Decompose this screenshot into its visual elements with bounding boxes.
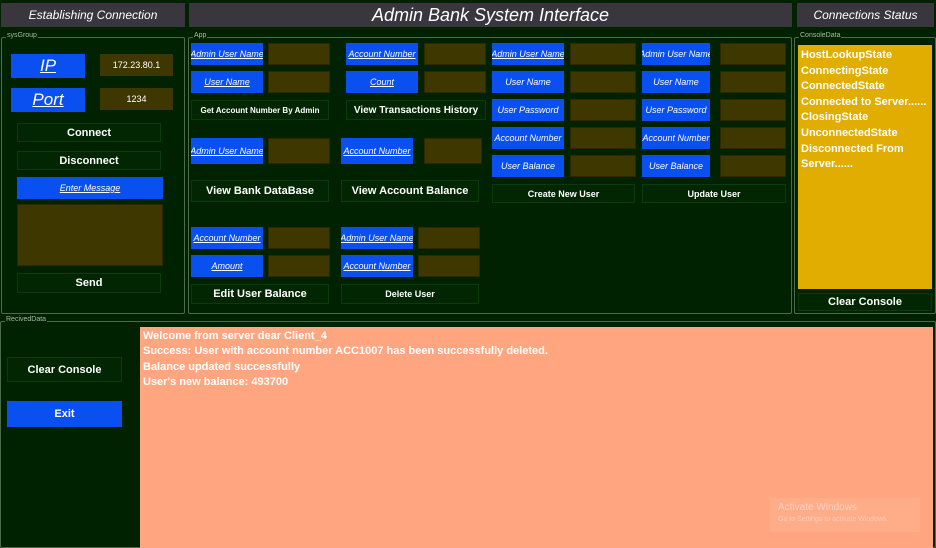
clear-console-received-button[interactable]: Clear Console (7, 357, 122, 382)
transactions-account-number-label: Account Number (346, 43, 418, 65)
exit-button[interactable]: Exit (7, 401, 122, 427)
app-group-label: App (193, 32, 208, 40)
update-password-input[interactable] (720, 99, 786, 121)
view-bank-database-button[interactable]: View Bank DataBase (191, 180, 329, 202)
console-line: Disconnected From (801, 142, 904, 155)
delete-admin-username-input[interactable] (418, 227, 480, 249)
update-account-number-label: Account Number (642, 127, 710, 149)
view-balance-account-number-input[interactable] (424, 138, 482, 164)
connect-button[interactable]: Connect (17, 123, 161, 142)
create-account-number-input[interactable] (570, 127, 636, 149)
delete-account-number-label: Account Number (341, 255, 413, 277)
console-line: Connected to Server...... (801, 95, 927, 108)
edit-balance-account-number-label: Account Number (191, 227, 263, 249)
create-username-input[interactable] (570, 71, 636, 93)
app-title: Admin Bank System Interface (189, 3, 792, 27)
update-username-input[interactable] (720, 71, 786, 93)
get-account-admin-username-label: Admin User Name (191, 43, 263, 65)
view-db-admin-username-label: Admin User Name (191, 138, 263, 164)
console-line: ConnectedState (801, 80, 885, 93)
edit-balance-amount-label: Amount (191, 255, 263, 277)
message-input[interactable] (17, 204, 163, 266)
console-line: Server...... (801, 158, 853, 171)
create-new-user-button[interactable]: Create New User (492, 184, 635, 203)
update-balance-input[interactable] (720, 155, 786, 177)
transactions-count-input[interactable] (424, 71, 486, 93)
delete-user-button[interactable]: Delete User (341, 284, 479, 304)
header-connections-status: Connections Status (797, 3, 934, 27)
received-line: Success: User with account number ACC100… (143, 345, 548, 358)
delete-account-number-input[interactable] (418, 255, 480, 277)
console-line: ConnectingState (801, 64, 889, 77)
ip-label: IP (11, 54, 85, 78)
create-balance-label: User Balance (492, 155, 564, 177)
create-password-input[interactable] (570, 99, 636, 121)
disconnect-button[interactable]: Disconnect (17, 151, 161, 170)
update-password-label: User Password (642, 99, 710, 121)
view-transactions-button[interactable]: View Transactions History (346, 100, 486, 120)
activate-windows-watermark: Activate Windows Go to Settings to activ… (770, 498, 920, 532)
clear-console-status-button[interactable]: Clear Console (798, 293, 932, 311)
get-account-username-label: User Name (191, 71, 263, 93)
watermark-title: Activate Windows (778, 502, 857, 513)
view-balance-account-number-label: Account Number (341, 138, 413, 164)
console-line: ClosingState (801, 111, 869, 124)
create-username-label: User Name (492, 71, 564, 93)
transactions-count-label: Count (346, 71, 418, 93)
view-db-admin-username-input[interactable] (268, 138, 330, 164)
edit-balance-amount-input[interactable] (268, 255, 330, 277)
console-output: HostLookupState ConnectingState Connecte… (798, 45, 932, 289)
get-account-admin-username-input[interactable] (268, 43, 330, 65)
console-line: UnconnectedState (801, 126, 898, 139)
sys-group-label: sysGroup (6, 32, 38, 40)
port-label: Port (11, 88, 85, 112)
received-line: Welcome from server dear Client_4 (143, 330, 327, 342)
create-account-number-label: Account Number (492, 127, 564, 149)
ip-field[interactable]: 172.23.80.1 (100, 54, 173, 76)
create-admin-username-label: Admin User Name (492, 43, 564, 65)
get-account-number-button[interactable]: Get Account Number By Admin (191, 100, 329, 120)
edit-balance-account-number-input[interactable] (268, 227, 330, 249)
update-admin-username-input[interactable] (720, 43, 786, 65)
create-password-label: User Password (492, 99, 564, 121)
view-account-balance-button[interactable]: View Account Balance (341, 180, 479, 202)
transactions-account-number-input[interactable] (424, 43, 486, 65)
port-field[interactable]: 1234 (100, 88, 173, 110)
header-establishing-connection: Establishing Connection (1, 3, 185, 27)
received-line: User's new balance: 493700 (143, 376, 289, 389)
delete-admin-username-label: Admin User Name (341, 227, 413, 249)
received-line: Balance updated successfully (143, 360, 301, 373)
update-username-label: User Name (642, 71, 710, 93)
received-data-label: RecivedData (5, 316, 48, 324)
update-balance-label: User Balance (642, 155, 710, 177)
enter-message-label: Enter Message (17, 177, 163, 199)
console-line: HostLookupState (801, 49, 893, 61)
create-balance-input[interactable] (570, 155, 636, 177)
update-admin-username-label: Admin User Name (642, 43, 710, 65)
create-admin-username-input[interactable] (570, 43, 636, 65)
send-button[interactable]: Send (17, 273, 161, 293)
update-account-number-input[interactable] (720, 127, 786, 149)
update-user-button[interactable]: Update User (642, 184, 786, 203)
console-data-label: ConsoleData (799, 32, 842, 40)
edit-user-balance-button[interactable]: Edit User Balance (191, 284, 329, 304)
get-account-username-input[interactable] (268, 71, 330, 93)
watermark-subtitle: Go to Settings to activate Windows. (778, 516, 889, 523)
